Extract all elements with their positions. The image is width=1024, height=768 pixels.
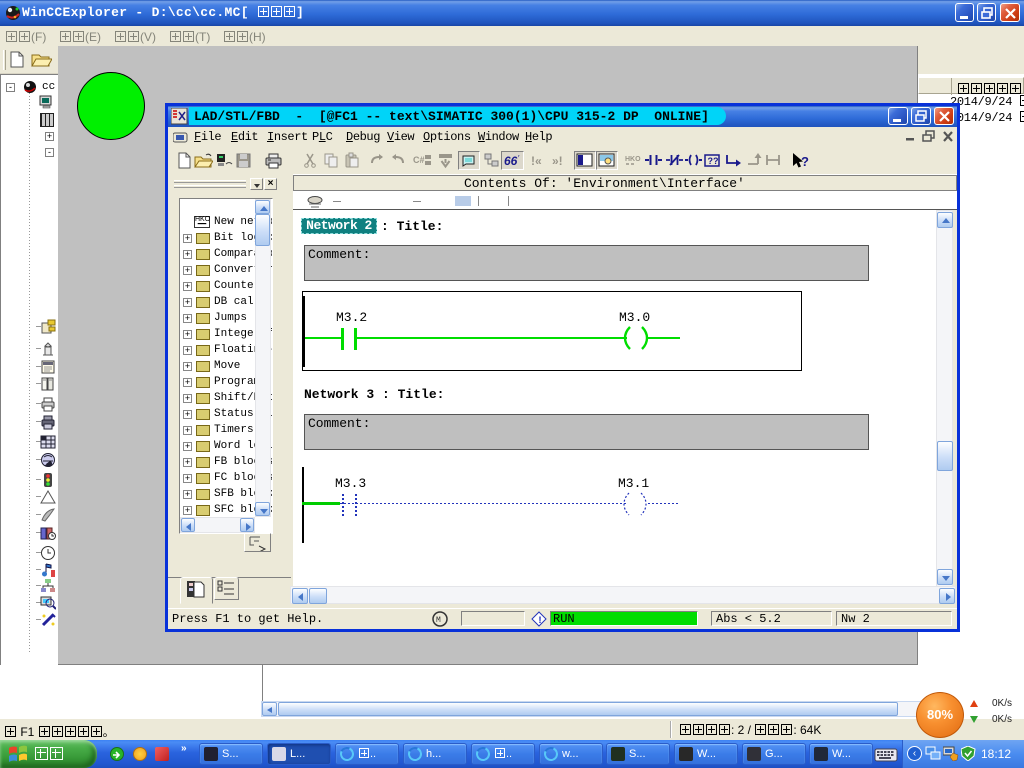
svg-text:?: ? (801, 154, 809, 169)
svg-text:C#: C# (413, 155, 425, 165)
svg-text:!: ! (537, 616, 543, 627)
svg-text:??: ?? (708, 156, 719, 166)
svg-text:M: M (436, 616, 441, 625)
svg-text:!«: !« (531, 154, 542, 168)
svg-text:66: 66 (504, 154, 518, 168)
svg-text:HKO: HKO (625, 156, 641, 163)
svg-text:»!: »! (552, 154, 563, 168)
svg-text:′: ′ (518, 154, 520, 163)
